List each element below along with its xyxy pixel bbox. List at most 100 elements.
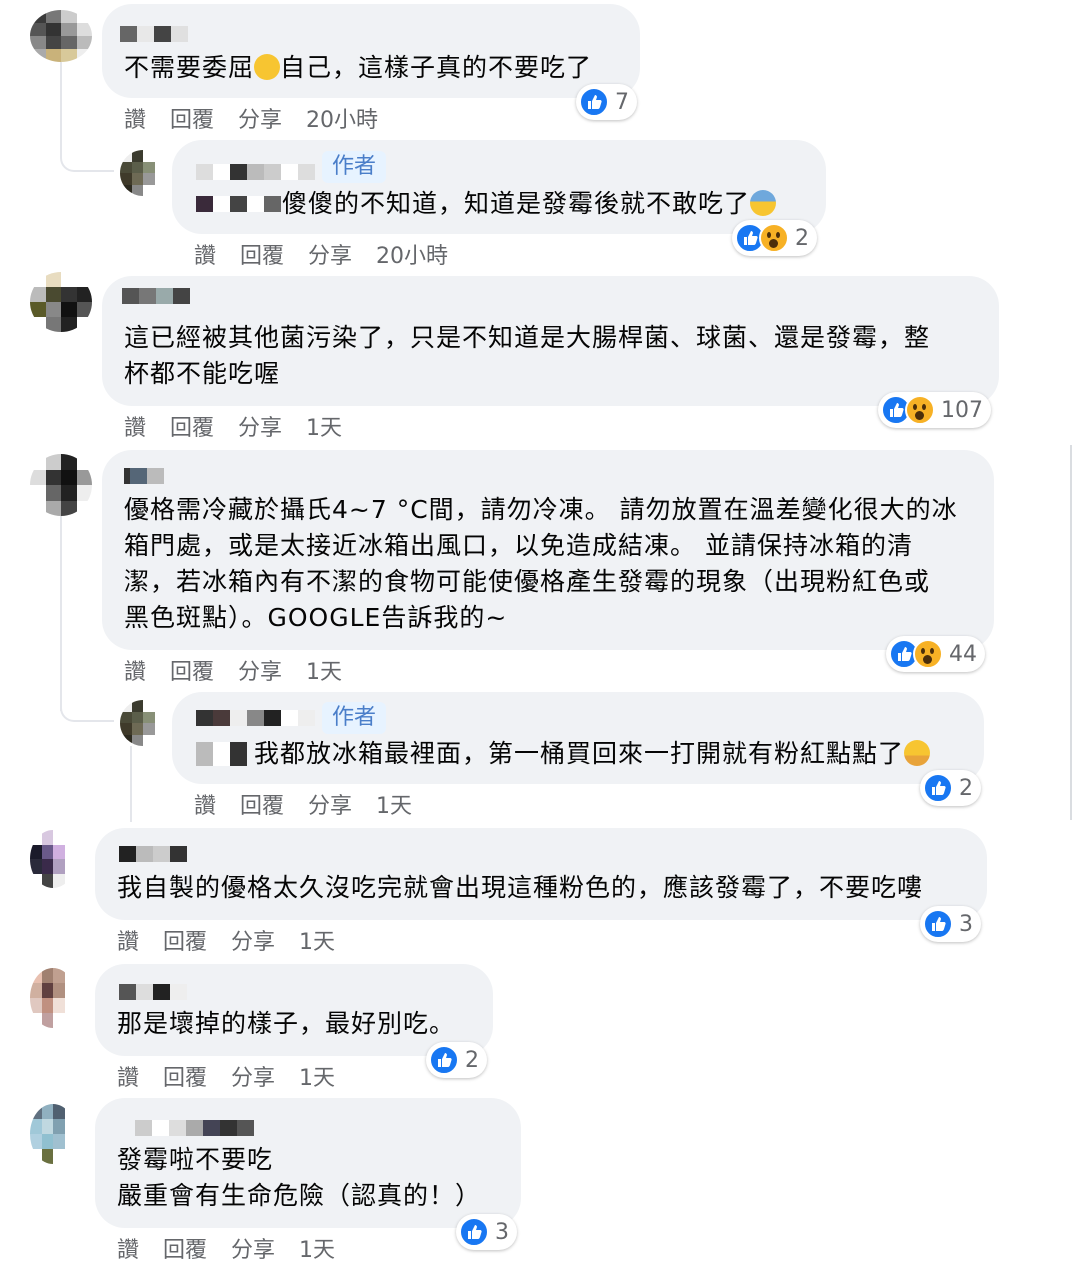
like-link[interactable]: 讚	[117, 924, 139, 956]
comment-bubble: 發霉啦不要吃 嚴重會有生命危險（認真的！）	[95, 1098, 521, 1228]
avatar[interactable]	[120, 150, 166, 196]
reaction-count: 3	[495, 1219, 509, 1245]
commenter-name[interactable]	[124, 468, 164, 484]
comment-text: 我自製的優格太久沒吃完就會出現這種粉色的，應該發霉了，不要吃嘍	[117, 873, 924, 902]
like-reaction-icon	[923, 909, 953, 939]
reaction-summary[interactable]: 3	[920, 906, 981, 942]
thread-line	[130, 746, 132, 822]
reply-link[interactable]: 回覆	[170, 410, 214, 442]
like-link[interactable]: 讚	[194, 788, 216, 820]
avatar[interactable]	[30, 968, 76, 1028]
like-link[interactable]: 讚	[194, 238, 216, 270]
reaction-summary[interactable]: 107	[878, 392, 991, 428]
reply-link[interactable]: 回覆	[163, 924, 207, 956]
reply-link[interactable]: 回覆	[170, 102, 214, 134]
comment-actions: 讚 回覆 分享 1天	[124, 654, 342, 686]
author-badge: 作者	[322, 151, 387, 183]
like-link[interactable]: 讚	[117, 1060, 139, 1092]
avatar[interactable]	[30, 1104, 76, 1164]
timestamp[interactable]: 1天	[299, 1232, 335, 1264]
author-badge: 作者	[322, 702, 387, 734]
wow-reaction-icon	[759, 223, 789, 253]
timestamp[interactable]: 20小時	[306, 102, 378, 134]
commenter-name[interactable]	[119, 846, 187, 862]
comment-actions: 讚 回覆 分享 1天	[124, 410, 342, 442]
avatar[interactable]	[30, 830, 76, 888]
timestamp[interactable]: 1天	[299, 924, 335, 956]
like-link[interactable]: 讚	[117, 1232, 139, 1264]
timestamp[interactable]: 20小時	[376, 238, 448, 270]
reply-link[interactable]: 回覆	[240, 788, 284, 820]
reply-bubble: 作者 傻傻的不知道，知道是發霉後就不敢吃了	[172, 140, 826, 234]
thread-connector	[60, 650, 114, 722]
comment-bubble: 那是壞掉的樣子，最好別吃。	[95, 964, 493, 1056]
crying-face-emoji	[904, 740, 931, 766]
anxious-sweat-emoji	[750, 190, 777, 216]
commenter-name[interactable]	[120, 26, 188, 42]
avatar[interactable]	[120, 700, 166, 746]
timestamp[interactable]: 1天	[376, 788, 412, 820]
reaction-count: 2	[795, 225, 809, 251]
reaction-count: 44	[949, 641, 977, 667]
avatar[interactable]	[30, 454, 92, 516]
comment-text: 優格需冷藏於攝氏4~7 °C間，請勿冷凍。 請勿放置在溫差變化很大的冰 箱門處，…	[124, 495, 958, 632]
share-link[interactable]: 分享	[308, 238, 352, 270]
commenter-name[interactable]	[196, 710, 315, 726]
comment-text: 這已經被其他菌污染了，只是不知道是大腸桿菌、球菌、還是發霉，整 杯都不能吃喔	[124, 323, 931, 388]
timestamp[interactable]: 1天	[299, 1060, 335, 1092]
pleading-face-emoji	[254, 54, 281, 80]
comment-actions: 讚 回覆 分享 1天	[117, 1060, 335, 1092]
like-link[interactable]: 讚	[124, 654, 146, 686]
commenter-name[interactable]	[135, 1120, 254, 1136]
comment-bubble: 這已經被其他菌污染了，只是不知道是大腸桿菌、球菌、還是發霉，整 杯都不能吃喔	[102, 276, 999, 406]
share-link[interactable]: 分享	[231, 1232, 275, 1264]
commenter-name[interactable]	[122, 288, 190, 304]
commenter-name[interactable]	[196, 164, 315, 180]
avatar[interactable]	[30, 272, 92, 332]
avatar[interactable]	[30, 10, 92, 62]
share-link[interactable]: 分享	[238, 654, 282, 686]
commenter-name[interactable]	[119, 984, 187, 1000]
reaction-summary[interactable]: 44	[886, 636, 985, 672]
comment-text: 不需要委屈 自己，這樣子真的不要吃了	[124, 53, 593, 82]
thread-connector	[60, 100, 114, 172]
reply-actions: 讚 回覆 分享 20小時	[194, 238, 448, 270]
share-link[interactable]: 分享	[308, 788, 352, 820]
reply-link[interactable]: 回覆	[163, 1232, 207, 1264]
share-link[interactable]: 分享	[238, 102, 282, 134]
reply-link[interactable]: 回覆	[170, 654, 214, 686]
timestamp[interactable]: 1天	[306, 654, 342, 686]
reaction-count: 3	[959, 911, 973, 937]
comment-actions: 讚 回覆 分享 20小時	[124, 102, 378, 134]
like-reaction-icon	[429, 1045, 459, 1075]
like-link[interactable]: 讚	[124, 410, 146, 442]
reaction-summary[interactable]: 2	[920, 770, 981, 806]
share-link[interactable]: 分享	[238, 410, 282, 442]
reaction-count: 7	[615, 89, 629, 115]
comment-bubble: 不需要委屈 自己，這樣子真的不要吃了	[102, 4, 640, 98]
like-link[interactable]: 讚	[124, 102, 146, 134]
reply-text: 傻傻的不知道，知道是發霉後就不敢吃了	[282, 186, 777, 222]
reaction-summary[interactable]: 3	[456, 1214, 517, 1250]
reply-actions: 讚 回覆 分享 1天	[194, 788, 412, 820]
wow-reaction-icon	[913, 639, 943, 669]
reply-text: 我都放冰箱最裡面，第一桶買回來一打開就有粉紅點點了	[254, 736, 931, 772]
reaction-summary[interactable]: 2	[732, 220, 817, 256]
reply-link[interactable]: 回覆	[240, 238, 284, 270]
share-link[interactable]: 分享	[231, 924, 275, 956]
reply-bubble: 作者 我都放冰箱最裡面，第一桶買回來一打開就有粉紅點點了	[172, 692, 984, 784]
commenter-name-line2	[196, 742, 247, 766]
comment-actions: 讚 回覆 分享 1天	[117, 1232, 335, 1264]
reaction-count: 2	[959, 775, 973, 801]
like-reaction-icon	[579, 87, 609, 117]
comment-bubble: 優格需冷藏於攝氏4~7 °C間，請勿冷凍。 請勿放置在溫差變化很大的冰 箱門處，…	[102, 450, 994, 650]
comment-text: 發霉啦不要吃 嚴重會有生命危險（認真的！）	[117, 1145, 482, 1210]
timestamp[interactable]: 1天	[306, 410, 342, 442]
like-reaction-icon	[459, 1217, 489, 1247]
comment-bubble: 我自製的優格太久沒吃完就會出現這種粉色的，應該發霉了，不要吃嘍	[95, 828, 987, 920]
reply-link[interactable]: 回覆	[163, 1060, 207, 1092]
wow-reaction-icon	[905, 395, 935, 425]
reaction-summary[interactable]: 7	[576, 84, 637, 120]
share-link[interactable]: 分享	[231, 1060, 275, 1092]
reaction-summary[interactable]: 2	[426, 1042, 487, 1078]
